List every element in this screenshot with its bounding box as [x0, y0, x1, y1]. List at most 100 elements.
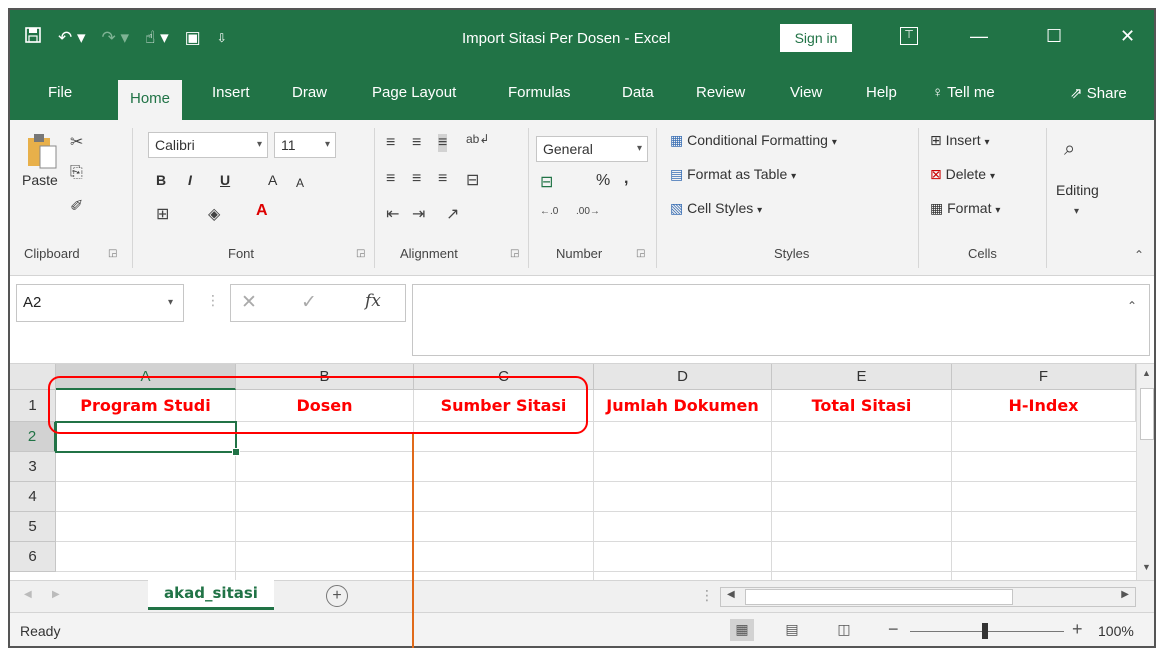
- search-icon[interactable]: ⌕: [1064, 138, 1075, 161]
- align-right-icon[interactable]: ≡: [438, 170, 447, 188]
- comma-button[interactable]: ,: [624, 170, 628, 188]
- tab-help[interactable]: Help: [866, 84, 897, 101]
- format-cells-button[interactable]: ▦ Format ▾: [930, 200, 1000, 217]
- align-middle-icon[interactable]: ≡: [412, 134, 421, 152]
- page-break-view-icon[interactable]: ◫: [832, 619, 856, 641]
- merge-center-icon[interactable]: ⊟: [466, 170, 479, 190]
- cell-styles-button[interactable]: ▧ Cell Styles ▾: [670, 200, 762, 217]
- maximize-button[interactable]: ☐: [1046, 26, 1062, 47]
- font-launcher-icon[interactable]: ◲: [356, 248, 365, 259]
- format-painter-icon[interactable]: ✐: [70, 196, 83, 216]
- accounting-format-icon[interactable]: ⊟: [540, 172, 553, 192]
- tab-review[interactable]: Review: [696, 84, 745, 101]
- alignment-launcher-icon[interactable]: ◲: [510, 248, 519, 259]
- decrease-font-button[interactable]: A: [296, 176, 304, 190]
- decrease-indent-icon[interactable]: ⇤: [386, 204, 399, 224]
- bold-button[interactable]: B: [156, 172, 166, 188]
- tab-draw[interactable]: Draw: [292, 84, 327, 101]
- undo-icon[interactable]: ↶ ▾: [58, 28, 86, 48]
- align-top-icon[interactable]: ≡: [386, 134, 395, 152]
- delete-cells-button[interactable]: ⊠ Delete ▾: [930, 166, 995, 183]
- underline-button[interactable]: U: [220, 172, 230, 188]
- chevron-down-icon[interactable]: ▾: [1074, 206, 1079, 217]
- minimize-button[interactable]: —: [970, 26, 988, 47]
- row-header-6[interactable]: 6: [10, 542, 56, 572]
- paste-icon[interactable]: [26, 132, 58, 170]
- font-color-icon[interactable]: A: [256, 202, 268, 220]
- zoom-slider-thumb[interactable]: [982, 623, 988, 639]
- sign-in-button[interactable]: Sign in: [780, 24, 852, 52]
- editing-button[interactable]: Editing: [1056, 182, 1099, 198]
- tab-data[interactable]: Data: [622, 84, 654, 101]
- conditional-formatting-button[interactable]: ▦ Conditional Formatting ▾: [670, 132, 837, 149]
- sheet-next-icon[interactable]: ▶: [52, 589, 60, 600]
- save-icon[interactable]: [24, 26, 42, 49]
- increase-decimal-icon[interactable]: ←.0: [540, 206, 558, 217]
- tab-formulas[interactable]: Formulas: [508, 84, 571, 101]
- cancel-icon[interactable]: ✕: [241, 291, 257, 314]
- number-launcher-icon[interactable]: ◲: [636, 248, 645, 259]
- normal-view-icon[interactable]: ▦: [730, 619, 754, 641]
- zoom-in-button[interactable]: +: [1072, 619, 1083, 640]
- expand-formula-bar-icon[interactable]: ⌃: [1127, 299, 1137, 313]
- ribbon-display-icon[interactable]: ⊤: [900, 27, 918, 45]
- percent-button[interactable]: %: [596, 172, 610, 190]
- tab-insert[interactable]: Insert: [212, 84, 250, 101]
- clipboard-launcher-icon[interactable]: ◲: [108, 248, 117, 259]
- scroll-down-icon[interactable]: ▼: [1142, 562, 1151, 572]
- share-button[interactable]: ⇗ Share: [1070, 84, 1127, 102]
- scroll-left-icon[interactable]: ◀: [727, 589, 735, 600]
- number-format-combo[interactable]: General ▾: [536, 136, 648, 162]
- increase-font-button[interactable]: A: [268, 172, 277, 188]
- tab-home[interactable]: Home: [118, 80, 183, 120]
- touch-mode-icon[interactable]: ☝ ▾: [145, 28, 169, 48]
- cell-e1[interactable]: Total Sitasi: [772, 390, 952, 422]
- align-center-icon[interactable]: ≡: [412, 170, 421, 188]
- tab-view[interactable]: View: [790, 84, 822, 101]
- row-header-3[interactable]: 3: [10, 452, 56, 482]
- customize-qat-icon[interactable]: ⇩: [217, 31, 227, 45]
- column-header-d[interactable]: D: [594, 364, 772, 390]
- tab-split-handle-icon[interactable]: ⋮: [700, 587, 714, 604]
- orientation-icon[interactable]: ↗: [446, 204, 459, 224]
- row-header-4[interactable]: 4: [10, 482, 56, 512]
- formula-input[interactable]: ⌃: [412, 284, 1150, 356]
- wrap-text-icon[interactable]: ab↲: [466, 132, 489, 146]
- insert-cells-button[interactable]: ⊞ Insert ▾: [930, 132, 990, 149]
- horizontal-scroll-thumb[interactable]: [745, 589, 1013, 605]
- close-button[interactable]: ✕: [1120, 26, 1135, 47]
- tab-page-layout[interactable]: Page Layout: [372, 84, 456, 101]
- paste-button[interactable]: Paste: [22, 172, 58, 188]
- font-name-combo[interactable]: Calibri ▾: [148, 132, 268, 158]
- collapse-ribbon-icon[interactable]: ⌃: [1134, 248, 1144, 262]
- page-layout-view-icon[interactable]: ▤: [780, 619, 804, 641]
- vertical-scrollbar[interactable]: ▲ ▼: [1136, 364, 1154, 580]
- align-left-icon[interactable]: ≡: [386, 170, 395, 188]
- tab-file[interactable]: File: [48, 84, 72, 101]
- decrease-decimal-icon[interactable]: .00→: [576, 206, 600, 217]
- font-size-combo[interactable]: 11 ▾: [274, 132, 336, 158]
- italic-button[interactable]: I: [188, 172, 192, 188]
- add-sheet-icon[interactable]: +: [326, 585, 348, 607]
- column-header-e[interactable]: E: [772, 364, 952, 390]
- align-bottom-icon[interactable]: ≡: [438, 134, 448, 152]
- name-box[interactable]: A2 ▾: [16, 284, 184, 322]
- camera-icon[interactable]: ▣: [185, 28, 201, 48]
- tell-me-search[interactable]: ♀ Tell me: [932, 84, 995, 101]
- borders-icon[interactable]: ⊞: [156, 204, 169, 224]
- sheet-prev-icon[interactable]: ◀: [24, 589, 32, 600]
- zoom-out-button[interactable]: −: [888, 619, 899, 640]
- scroll-up-icon[interactable]: ▲: [1142, 368, 1151, 378]
- formula-bar-grip-icon[interactable]: ⋮: [206, 292, 220, 309]
- cell-f1[interactable]: H-Index: [952, 390, 1136, 422]
- insert-function-icon[interactable]: fx: [365, 291, 381, 311]
- cell-d1[interactable]: Jumlah Dokumen: [594, 390, 772, 422]
- horizontal-scrollbar[interactable]: ◀ ▶: [720, 587, 1136, 607]
- vertical-scroll-thumb[interactable]: [1140, 388, 1154, 440]
- increase-indent-icon[interactable]: ⇥: [412, 204, 425, 224]
- enter-icon[interactable]: ✓: [301, 291, 317, 314]
- format-as-table-button[interactable]: ▤ Format as Table ▾: [670, 166, 796, 183]
- column-header-f[interactable]: F: [952, 364, 1136, 390]
- scroll-right-icon[interactable]: ▶: [1121, 589, 1129, 600]
- copy-icon[interactable]: ⎘: [70, 164, 83, 182]
